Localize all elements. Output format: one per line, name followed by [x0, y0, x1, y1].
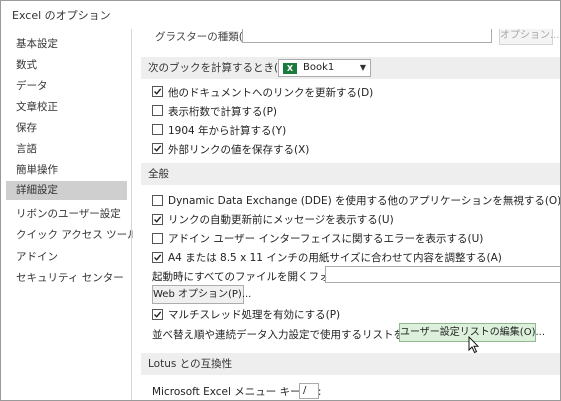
lotus-section-title: Lotus との互換性 [148, 358, 233, 370]
sidebar-item-quick-access-toolbar[interactable]: クイック アクセス ツール バー [6, 226, 162, 245]
excel-options-dialog: Excel のオプション 基本設定 数式 データ 文章校正 保存 言語 簡単操作… [0, 0, 561, 401]
show-addin-errors-checkbox[interactable] [152, 233, 163, 244]
multithread-checkbox[interactable] [152, 309, 163, 320]
sidebar-item-customize-ribbon[interactable]: リボンのユーザー設定 [6, 205, 127, 224]
sidebar-item-proofing[interactable]: 文章校正 [6, 98, 127, 117]
sidebar-item-advanced[interactable]: 詳細設定 [6, 181, 127, 200]
ignore-dde-label: Dynamic Data Exchange (DDE) を使用する他のアプリケー… [168, 195, 560, 207]
menu-key-input[interactable]: / [299, 383, 319, 399]
sidebar-item-add-ins[interactable]: アドイン [6, 248, 127, 267]
sidebar: 基本設定 数式 データ 文章校正 保存 言語 簡単操作 詳細設定 リボンのユーザ… [1, 29, 162, 400]
multithread-label: マルチスレッド処理を有効にする(P) [168, 309, 341, 321]
ask-update-links-checkbox[interactable] [152, 214, 163, 225]
web-options-button[interactable]: Web オプション(P)... [152, 285, 251, 304]
scale-paper-size-label: A4 または 8.5 x 11 インチの用紙サイズに合わせて内容を調整する(A) [168, 252, 502, 264]
update-links-checkbox[interactable] [152, 86, 163, 97]
excel-workbook-icon: X [283, 63, 297, 74]
sidebar-item-language[interactable]: 言語 [6, 140, 127, 159]
update-links-label: 他のドキュメントへのリンクを更新する(D) [168, 87, 374, 99]
options-button[interactable]: オプション... [499, 29, 560, 45]
sidebar-item-data[interactable]: データ [6, 77, 127, 96]
sidebar-item-formulas[interactable]: 数式 [6, 56, 127, 75]
calc-section-title: 次のブックを計算するとき(H): [148, 62, 294, 74]
precision-as-displayed-checkbox[interactable] [152, 105, 163, 116]
general-section-title: 全般 [148, 168, 169, 180]
date-1904-checkbox[interactable] [152, 124, 163, 135]
workbook-select-value: Book1 [303, 62, 335, 73]
workbook-select[interactable]: X Book1 ▼ [278, 59, 371, 77]
sidebar-item-general[interactable]: 基本設定 [6, 35, 127, 54]
menu-key-label: Microsoft Excel メニュー キー(M): [152, 386, 322, 398]
precision-as-displayed-label: 表示桁数で計算する(P) [168, 106, 278, 118]
date-1904-label: 1904 年から計算する(Y) [168, 125, 287, 137]
chevron-down-icon: ▼ [359, 63, 366, 72]
scale-paper-size-checkbox[interactable] [152, 252, 163, 263]
startup-folder-input[interactable] [325, 266, 560, 283]
sidebar-item-trust-center[interactable]: セキュリティ センター [6, 269, 127, 288]
save-external-link-values-label: 外部リンクの値を保存する(X) [168, 144, 310, 156]
mouse-cursor-icon [468, 336, 480, 354]
dialog-title: Excel のオプション [12, 9, 111, 22]
show-addin-errors-label: アドイン ユーザー インターフェイスに関するエラーを表示する(U) [168, 233, 484, 245]
cluster-type-select[interactable] [242, 29, 492, 43]
ignore-dde-checkbox[interactable] [152, 195, 163, 206]
sidebar-item-accessibility[interactable]: 簡単操作 [6, 161, 127, 180]
lotus-section-header: Lotus との互換性 [141, 353, 560, 375]
options-content: グラスターの種類(C): オプション... 次のブックを計算するとき(H): X… [133, 29, 560, 400]
sidebar-item-save[interactable]: 保存 [6, 119, 127, 138]
title-bar: Excel のオプション [1, 1, 560, 29]
save-external-link-values-checkbox[interactable] [152, 143, 163, 154]
ask-update-links-label: リンクの自動更新前にメッセージを表示する(U) [168, 214, 394, 226]
general-section-header: 全般 [141, 163, 560, 185]
